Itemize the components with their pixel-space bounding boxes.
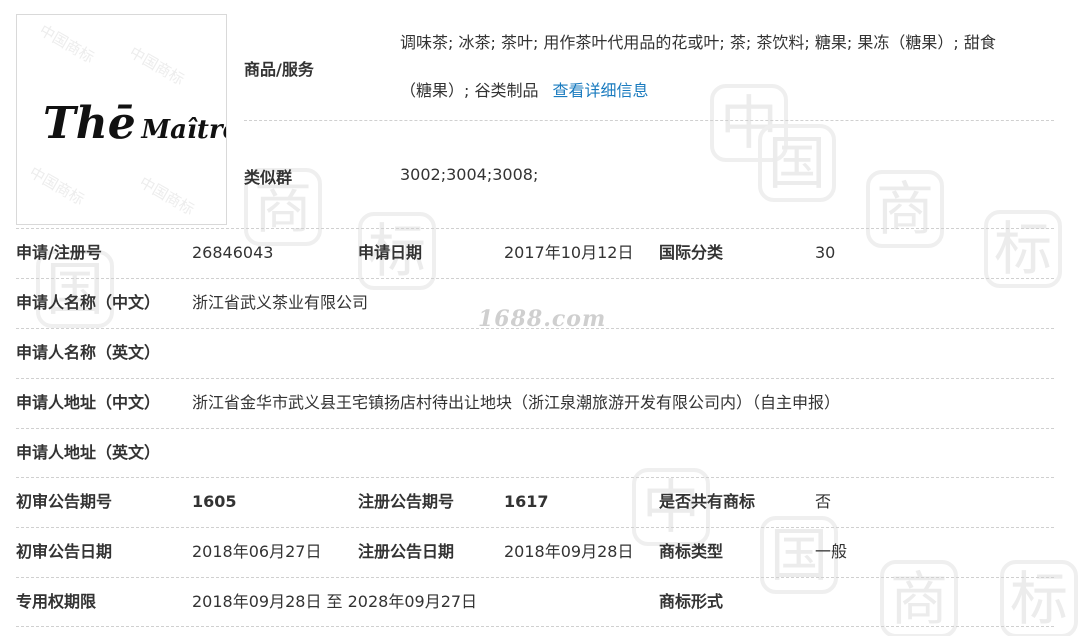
prelim-no-label: 初审公告期号	[16, 492, 113, 511]
trademark-logo-image: 中国商标 中国商标 中国商标 中国商标 Thē Maître	[16, 14, 227, 225]
table-row: 专用权期限 2018年09月28日 至 2028年09月27日 商标形式	[16, 577, 1054, 627]
intl-class-value: 30	[815, 243, 836, 262]
applicant-cn-value: 浙江省武义茶业有限公司	[192, 293, 369, 312]
address-en-label: 申请人地址（英文）	[16, 443, 161, 462]
similar-group-label: 类似群	[244, 168, 293, 187]
divider	[16, 626, 1054, 627]
reg-no-value: 26846043	[192, 243, 274, 262]
goods-services-line1: 调味茶; 冰茶; 茶叶; 用作茶叶代用品的花或叶; 茶; 茶饮料; 糖果; 果冻…	[400, 33, 996, 52]
trademark-detail-page: 中 国 商 标 国 商 标 中 国 商 标 1688.com 中国商标 中国商标…	[0, 0, 1085, 636]
exclusive-period-label: 专用权期限	[16, 592, 97, 611]
apply-date-label: 申请日期	[358, 243, 423, 262]
address-cn-label: 申请人地址（中文）	[16, 393, 161, 412]
reg-no-label: 申请/注册号	[16, 243, 102, 262]
trademark-logo-wordmark: Thē Maître	[43, 98, 226, 149]
reg-pub-date-value: 2018年09月28日	[504, 542, 634, 561]
exclusive-period-value: 2018年09月28日 至 2028年09月27日	[192, 592, 478, 611]
table-row: 初审公告日期 2018年06月27日 注册公告日期 2018年09月28日 商标…	[16, 527, 1054, 577]
mark-type-label: 商标类型	[659, 542, 724, 561]
table-row: 申请人地址（英文）	[16, 428, 1054, 478]
reg-pub-date-label: 注册公告日期	[358, 542, 455, 561]
table-row: 申请/注册号 26846043 申请日期 2017年10月12日 国际分类 30	[16, 228, 1054, 278]
prelim-no-value: 1605	[192, 492, 237, 511]
goods-services-label: 商品/服务	[244, 60, 314, 79]
goods-services-line2: （糖果）; 谷类制品	[400, 81, 539, 100]
apply-date-value: 2017年10月12日	[504, 243, 634, 262]
prelim-date-label: 初审公告日期	[16, 542, 113, 561]
reg-pub-no-label: 注册公告期号	[358, 492, 455, 511]
similar-group-value: 3002;3004;3008;	[400, 165, 539, 184]
table-row: 申请人名称（中文） 浙江省武义茶业有限公司	[16, 278, 1054, 328]
mark-form-label: 商标形式	[659, 592, 724, 611]
watermark-glyph: 国	[758, 124, 836, 202]
mark-type-value: 一般	[815, 542, 848, 561]
applicant-en-label: 申请人名称（英文）	[16, 343, 161, 362]
table-row: 初审公告期号 1605 注册公告期号 1617 是否共有商标 否	[16, 477, 1054, 527]
view-details-link[interactable]: 查看详细信息	[552, 81, 648, 100]
intl-class-label: 国际分类	[659, 243, 724, 262]
address-cn-value: 浙江省金华市武义县王宅镇扬店村待出让地块（浙江泉潮旅游开发有限公司内）（自主申报…	[192, 393, 841, 412]
shared-value: 否	[815, 492, 832, 511]
table-row: 申请人名称（英文）	[16, 328, 1054, 378]
reg-pub-no-value: 1617	[504, 492, 549, 511]
applicant-cn-label: 申请人名称（中文）	[16, 293, 161, 312]
prelim-date-value: 2018年06月27日	[192, 542, 322, 561]
divider	[244, 120, 1054, 121]
table-row: 申请人地址（中文） 浙江省金华市武义县王宅镇扬店村待出让地块（浙江泉潮旅游开发有…	[16, 378, 1054, 428]
shared-label: 是否共有商标	[659, 492, 756, 511]
